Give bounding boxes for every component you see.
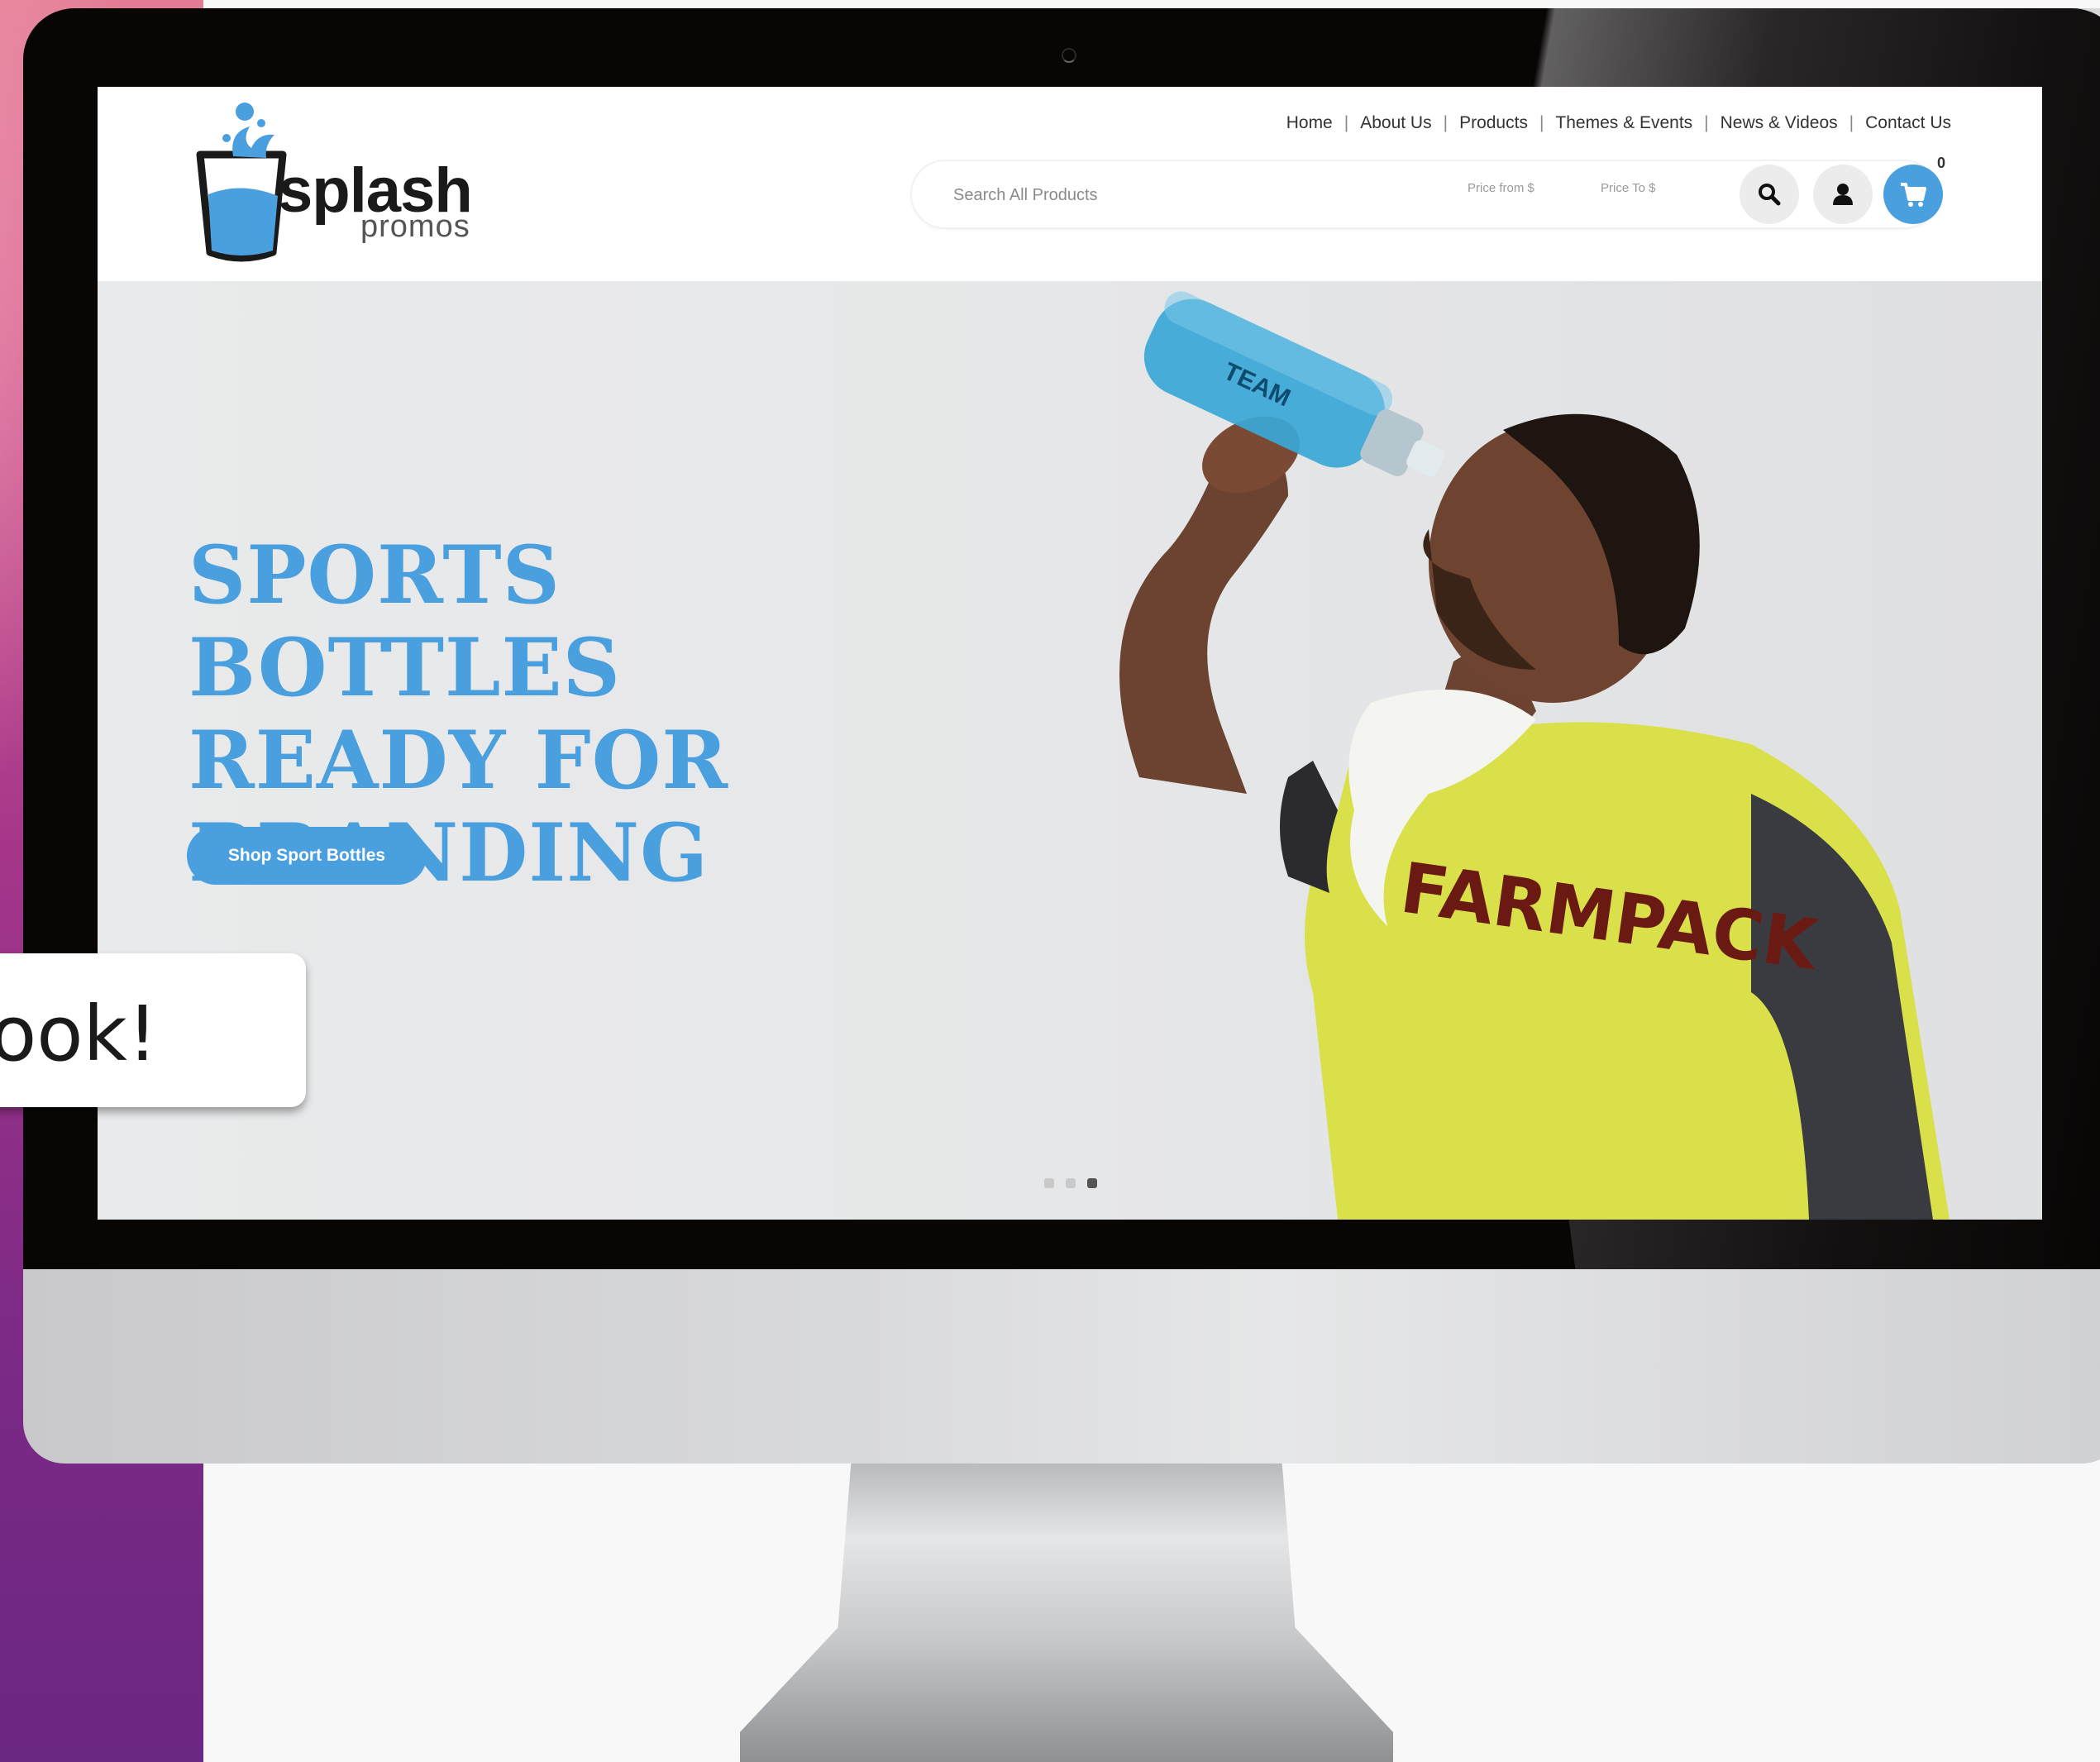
nav-contact-us[interactable]: Contact Us (1865, 113, 1951, 133)
price-from-field[interactable]: Price from $ (1468, 181, 1534, 195)
slide-dot-2[interactable] (1066, 1178, 1076, 1188)
monitor-chin (23, 1269, 2100, 1464)
account-button[interactable] (1813, 165, 1873, 224)
logo-subtitle: promos (360, 209, 470, 244)
nav-products[interactable]: Products (1459, 113, 1528, 133)
search-bar: Price from $ Price To $ 0 (912, 155, 1945, 227)
nav-home[interactable]: Home (1286, 113, 1333, 133)
slide-indicator (1044, 1178, 1097, 1188)
camera-icon (1062, 48, 1076, 63)
slide-dot-1[interactable] (1044, 1178, 1054, 1188)
monitor-stand (740, 1464, 1393, 1762)
search-icon (1759, 184, 1781, 206)
price-to-field[interactable]: Price To $ (1601, 181, 1655, 195)
user-icon (1833, 184, 1853, 205)
main-nav: Home | About Us | Products | Themes & Event… (1286, 113, 1951, 133)
search-button[interactable] (1740, 165, 1799, 224)
hero-person-image: TEAM FARMPACK (1119, 291, 1950, 1220)
nav-themes-events[interactable]: Themes & Events (1555, 113, 1692, 133)
hero-banner: SPORTS BOTTLES READY FOR BRANDING Shop S… (98, 281, 2042, 1220)
nav-about-us[interactable]: About Us (1360, 113, 1431, 133)
search-input[interactable] (952, 176, 1401, 214)
nav-news-videos[interactable]: News & Videos (1721, 113, 1838, 133)
cart-count-badge: 0 (1937, 155, 1946, 171)
cart-icon (1901, 183, 1926, 207)
slide-dot-3[interactable] (1087, 1178, 1097, 1188)
cart-button[interactable] (1883, 165, 1943, 224)
shop-sport-bottles-button[interactable]: Shop Sport Bottles (187, 827, 427, 885)
tooltip-fragment: ook! (0, 953, 306, 1107)
site-header: splash promos Home | About Us | Products | … (98, 87, 2042, 281)
website-screen: splash promos Home | About Us | Products | … (98, 87, 2042, 1220)
tooltip-text: ook! (0, 990, 158, 1078)
